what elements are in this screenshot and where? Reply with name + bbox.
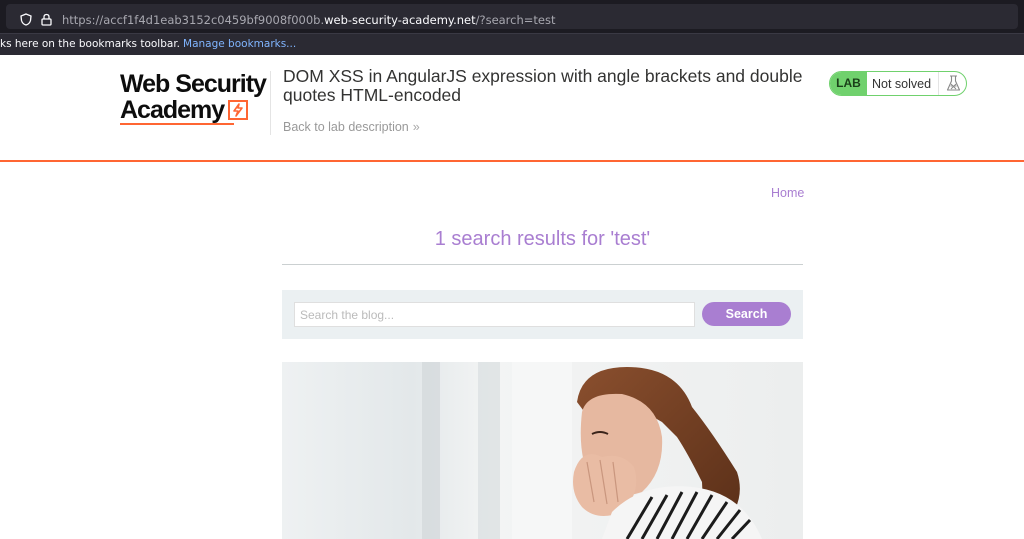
home-link[interactable]: Home [771, 186, 804, 200]
blog-post-image[interactable] [282, 362, 803, 539]
url-text[interactable]: https://accf1f4d1eab3152c0459bf9008f000b… [62, 13, 556, 27]
search-input[interactable] [294, 302, 695, 327]
url-prefix: https://accf1f4d1eab3152c0459bf9008f000b… [62, 13, 325, 27]
back-to-description-link[interactable]: Back to lab description» [283, 120, 420, 134]
lab-status-widget: LAB Not solved [829, 71, 967, 96]
flask-icon [938, 72, 967, 95]
logo-line2: Academy [120, 96, 225, 124]
search-results-heading: 1 search results for 'test' [434, 228, 651, 250]
manage-bookmarks-link[interactable]: Manage bookmarks... [183, 38, 296, 50]
back-link-label: Back to lab description [283, 120, 409, 134]
lab-badge: LAB [830, 72, 867, 95]
bookmarks-message: ks here on the bookmarks toolbar. Manage … [0, 38, 296, 50]
bookmarks-toolbar: ks here on the bookmarks toolbar. Manage … [0, 33, 1024, 55]
browser-toolbar: https://accf1f4d1eab3152c0459bf9008f000b… [0, 0, 1024, 33]
academy-header: Web Security Academy DOM XSS in AngularJ… [0, 55, 1024, 162]
logo-line1: Web Security [120, 70, 267, 98]
logo-flash-icon [228, 100, 249, 120]
bookmarks-hint: ks here on the bookmarks toolbar. [0, 38, 181, 50]
shield-icon[interactable] [20, 13, 32, 31]
double-chevron-right-icon: » [412, 120, 420, 134]
url-suffix: /?search=test [475, 13, 556, 27]
lock-icon[interactable] [41, 13, 52, 31]
search-form: Search [282, 290, 803, 339]
search-button[interactable]: Search [702, 302, 791, 326]
url-host: web-security-academy.net [324, 13, 476, 27]
lab-title: DOM XSS in AngularJS expression with ang… [283, 66, 803, 105]
logo-line2-row: Academy [120, 97, 270, 123]
academy-logo[interactable]: Web Security Academy [120, 70, 270, 125]
address-bar[interactable]: https://accf1f4d1eab3152c0459bf9008f000b… [6, 4, 1018, 29]
results-divider [282, 264, 803, 265]
lab-status-text: Not solved [872, 77, 932, 91]
header-divider [270, 71, 271, 135]
logo-underline [120, 123, 234, 125]
